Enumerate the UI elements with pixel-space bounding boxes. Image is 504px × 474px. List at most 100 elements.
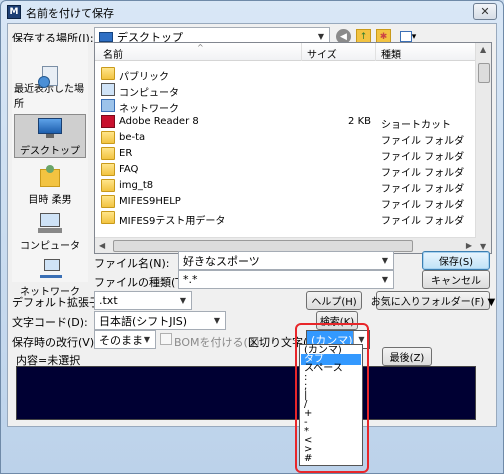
filetype-label: ファイルの種類(T): xyxy=(94,276,191,289)
file-size: 2 KB xyxy=(348,116,371,127)
scroll-right-icon[interactable]: ▶ xyxy=(466,241,472,250)
computer-icon xyxy=(36,211,64,235)
file-name: コンピュータ xyxy=(119,88,179,99)
file-row[interactable]: be-ta ファイル フォルダ xyxy=(95,130,476,147)
file-name: MIFES9HELP xyxy=(119,196,181,207)
favorites-button[interactable]: お気に入りフォルダー(F) ▼ xyxy=(371,291,495,310)
chevron-down-icon[interactable]: ▼ xyxy=(377,271,393,288)
chevron-down-icon[interactable]: ▼ xyxy=(209,312,225,329)
place-user[interactable]: 目時 柔男 xyxy=(14,162,86,206)
column-size[interactable]: サイズ xyxy=(307,46,337,61)
file-row[interactable]: ER ファイル フォルダ xyxy=(95,146,476,163)
column-name[interactable]: 名前 xyxy=(103,46,123,61)
folder-icon xyxy=(101,211,115,224)
scroll-down-icon[interactable]: ▼ xyxy=(480,242,486,251)
file-name: img_t8 xyxy=(119,180,154,191)
scroll-thumb[interactable] xyxy=(478,63,490,83)
file-row[interactable]: MIFES9HELP ファイル フォルダ xyxy=(95,194,476,211)
folder-icon xyxy=(101,163,115,176)
search-button[interactable]: 検索(K) xyxy=(316,311,358,330)
file-row[interactable]: パブリック xyxy=(95,66,476,83)
newline-label: 保存時の改行(V): xyxy=(12,336,98,349)
scroll-up-icon[interactable]: ▲ xyxy=(480,45,486,54)
place-label: 目時 柔男 xyxy=(28,195,72,206)
app-icon: M xyxy=(7,5,21,19)
delimiter-dropdown-list[interactable]: (カンマ) タブ スペース : ; | / + - * < > # xyxy=(299,344,363,466)
close-button[interactable]: ✕ xyxy=(473,3,497,20)
char-code-select[interactable]: 日本語(シフトJIS) ▼ xyxy=(94,311,226,330)
help-button[interactable]: ヘルプ(H) xyxy=(306,291,362,310)
folder-icon xyxy=(101,195,115,208)
chevron-down-icon[interactable]: ▼ xyxy=(377,252,393,269)
file-type: ファイル フォルダ xyxy=(381,184,465,195)
recent-places-icon xyxy=(36,66,64,88)
file-type: ショートカット xyxy=(381,120,451,131)
save-button[interactable]: 保存(S) xyxy=(422,251,490,270)
file-row[interactable]: コンピュータ xyxy=(95,82,476,99)
file-name: ネットワーク xyxy=(119,104,179,115)
filetype-select[interactable]: *.* ▼ xyxy=(178,270,394,289)
filename-label: ファイル名(N): xyxy=(94,257,170,270)
file-row[interactable]: img_t8 ファイル フォルダ xyxy=(95,178,476,195)
char-code-label: 文字コード(D): xyxy=(12,316,88,329)
place-label: コンピュータ xyxy=(20,241,80,252)
file-row[interactable]: MIFES9テスト用データ ファイル フォルダ xyxy=(95,210,476,227)
filename-value: 好きなスポーツ xyxy=(183,254,260,268)
newline-select[interactable]: そのまま ▼ xyxy=(94,330,156,349)
file-list-header: 名前 ^ サイズ 種類 xyxy=(95,43,476,61)
file-name: パブリック xyxy=(119,72,169,83)
place-recent[interactable]: 最近表示した場所 xyxy=(14,66,86,110)
file-type: ファイル フォルダ xyxy=(381,168,465,179)
latest-button[interactable]: 最後(Z) xyxy=(382,347,432,366)
folder-icon xyxy=(101,147,115,160)
char-code-value: 日本語(シフトJIS) xyxy=(99,314,188,328)
place-label: デスクトップ xyxy=(20,146,80,157)
column-type[interactable]: 種類 xyxy=(381,46,401,61)
bom-checkbox[interactable] xyxy=(160,333,172,345)
file-type: ファイル フォルダ xyxy=(381,136,465,147)
default-ext-select[interactable]: .txt ▼ xyxy=(94,291,192,310)
file-name: be-ta xyxy=(119,132,146,143)
file-name: Adobe Reader 8 xyxy=(119,116,199,127)
title-bar[interactable]: M 名前を付けて保存 ✕ xyxy=(1,1,503,23)
window-title: 名前を付けて保存 xyxy=(26,7,114,20)
filename-input[interactable]: 好きなスポーツ ▼ xyxy=(178,251,394,270)
network-icon xyxy=(101,99,115,112)
place-network[interactable]: ネットワーク xyxy=(14,254,86,298)
network-icon xyxy=(36,257,64,281)
place-computer[interactable]: コンピュータ xyxy=(14,208,86,252)
dropdown-option[interactable]: # xyxy=(301,453,361,464)
file-list[interactable]: 名前 ^ サイズ 種類 パブリック コンピュータ ネットワーク Adobe Re… xyxy=(94,42,492,254)
newline-value: そのまま xyxy=(99,333,143,347)
sort-up-icon: ^ xyxy=(197,43,204,52)
folder-icon xyxy=(101,67,115,80)
file-row[interactable]: ネットワーク xyxy=(95,98,476,115)
bom-label: BOMを付ける(B) xyxy=(174,336,260,349)
filetype-value: *.* xyxy=(183,273,198,286)
folder-icon xyxy=(101,179,115,192)
chevron-down-icon[interactable]: ▼ xyxy=(175,292,191,309)
cancel-button[interactable]: キャンセル xyxy=(422,270,490,289)
file-name: MIFES9テスト用データ xyxy=(119,216,226,227)
vertical-scrollbar[interactable]: ▲ ▼ xyxy=(475,43,491,253)
dialog-body: 保存する場所(I): デスクトップ ▼ ◀ ↑ ✱ ▾ 最近表示した場所 デスク… xyxy=(7,23,497,427)
file-name: ER xyxy=(119,148,133,159)
places-bar: 最近表示した場所 デスクトップ 目時 柔男 コンピュータ ネットワーク xyxy=(12,42,88,298)
save-as-dialog: M 名前を付けて保存 ✕ 保存する場所(I): デスクトップ ▼ ◀ ↑ ✱ ▾… xyxy=(0,0,504,474)
default-ext-value: .txt xyxy=(99,294,118,307)
file-row[interactable]: FAQ ファイル フォルダ xyxy=(95,162,476,179)
pdf-shortcut-icon xyxy=(101,115,115,128)
close-icon: ✕ xyxy=(480,5,490,18)
content-preview[interactable] xyxy=(16,366,476,420)
file-row[interactable]: Adobe Reader 8 2 KB ショートカット xyxy=(95,114,476,131)
folder-icon xyxy=(101,131,115,144)
computer-icon xyxy=(101,83,115,96)
desktop-small-icon xyxy=(99,31,113,42)
column-divider xyxy=(375,43,376,61)
user-folder-icon xyxy=(36,165,64,189)
desktop-icon xyxy=(36,116,64,140)
scroll-left-icon[interactable]: ◀ xyxy=(99,241,105,250)
place-desktop[interactable]: デスクトップ xyxy=(14,114,86,158)
chevron-down-icon[interactable]: ▼ xyxy=(139,331,155,348)
file-type: ファイル フォルダ xyxy=(381,152,465,163)
